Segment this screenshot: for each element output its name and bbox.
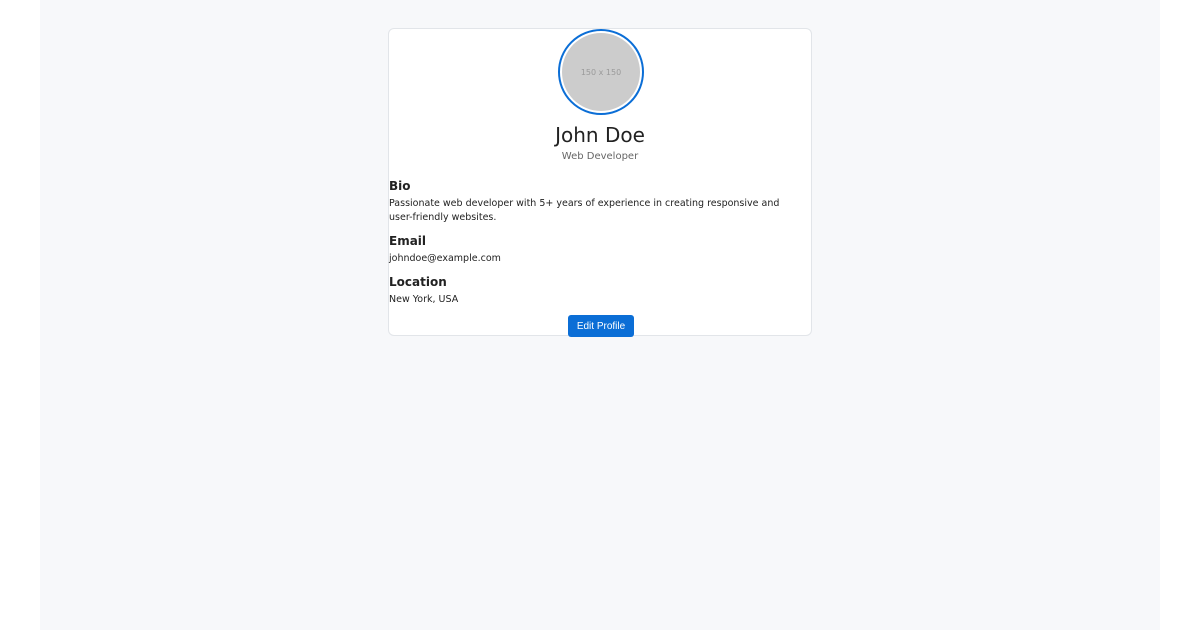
email-text: johndoe@example.com bbox=[389, 253, 501, 264]
profile-role: Web Developer bbox=[561, 151, 639, 162]
bio-section: Bio Passionate web developer with 5+ yea… bbox=[389, 178, 809, 225]
bio-heading: Bio bbox=[389, 179, 411, 193]
profile-name: John Doe bbox=[555, 123, 645, 147]
avatar: 150 x 150 bbox=[562, 33, 640, 111]
avatar-placeholder-text: 150 x 150 bbox=[580, 67, 622, 77]
email-heading: Email bbox=[389, 234, 427, 248]
page-background: 150 x 150 John Doe Web Developer Bio Pas… bbox=[40, 0, 1160, 630]
avatar-ring: 150 x 150 bbox=[558, 29, 644, 115]
bio-text: Passionate web developer with 5+ years o… bbox=[389, 198, 780, 223]
location-heading: Location bbox=[389, 275, 447, 289]
edit-profile-button[interactable]: Edit Profile bbox=[568, 315, 634, 337]
location-text: New York, USA bbox=[389, 294, 459, 305]
email-section: Email johndoe@example.com bbox=[389, 233, 809, 266]
profile-card: 150 x 150 John Doe Web Developer Bio Pas… bbox=[388, 28, 812, 337]
location-section: Location New York, USA bbox=[389, 274, 809, 307]
